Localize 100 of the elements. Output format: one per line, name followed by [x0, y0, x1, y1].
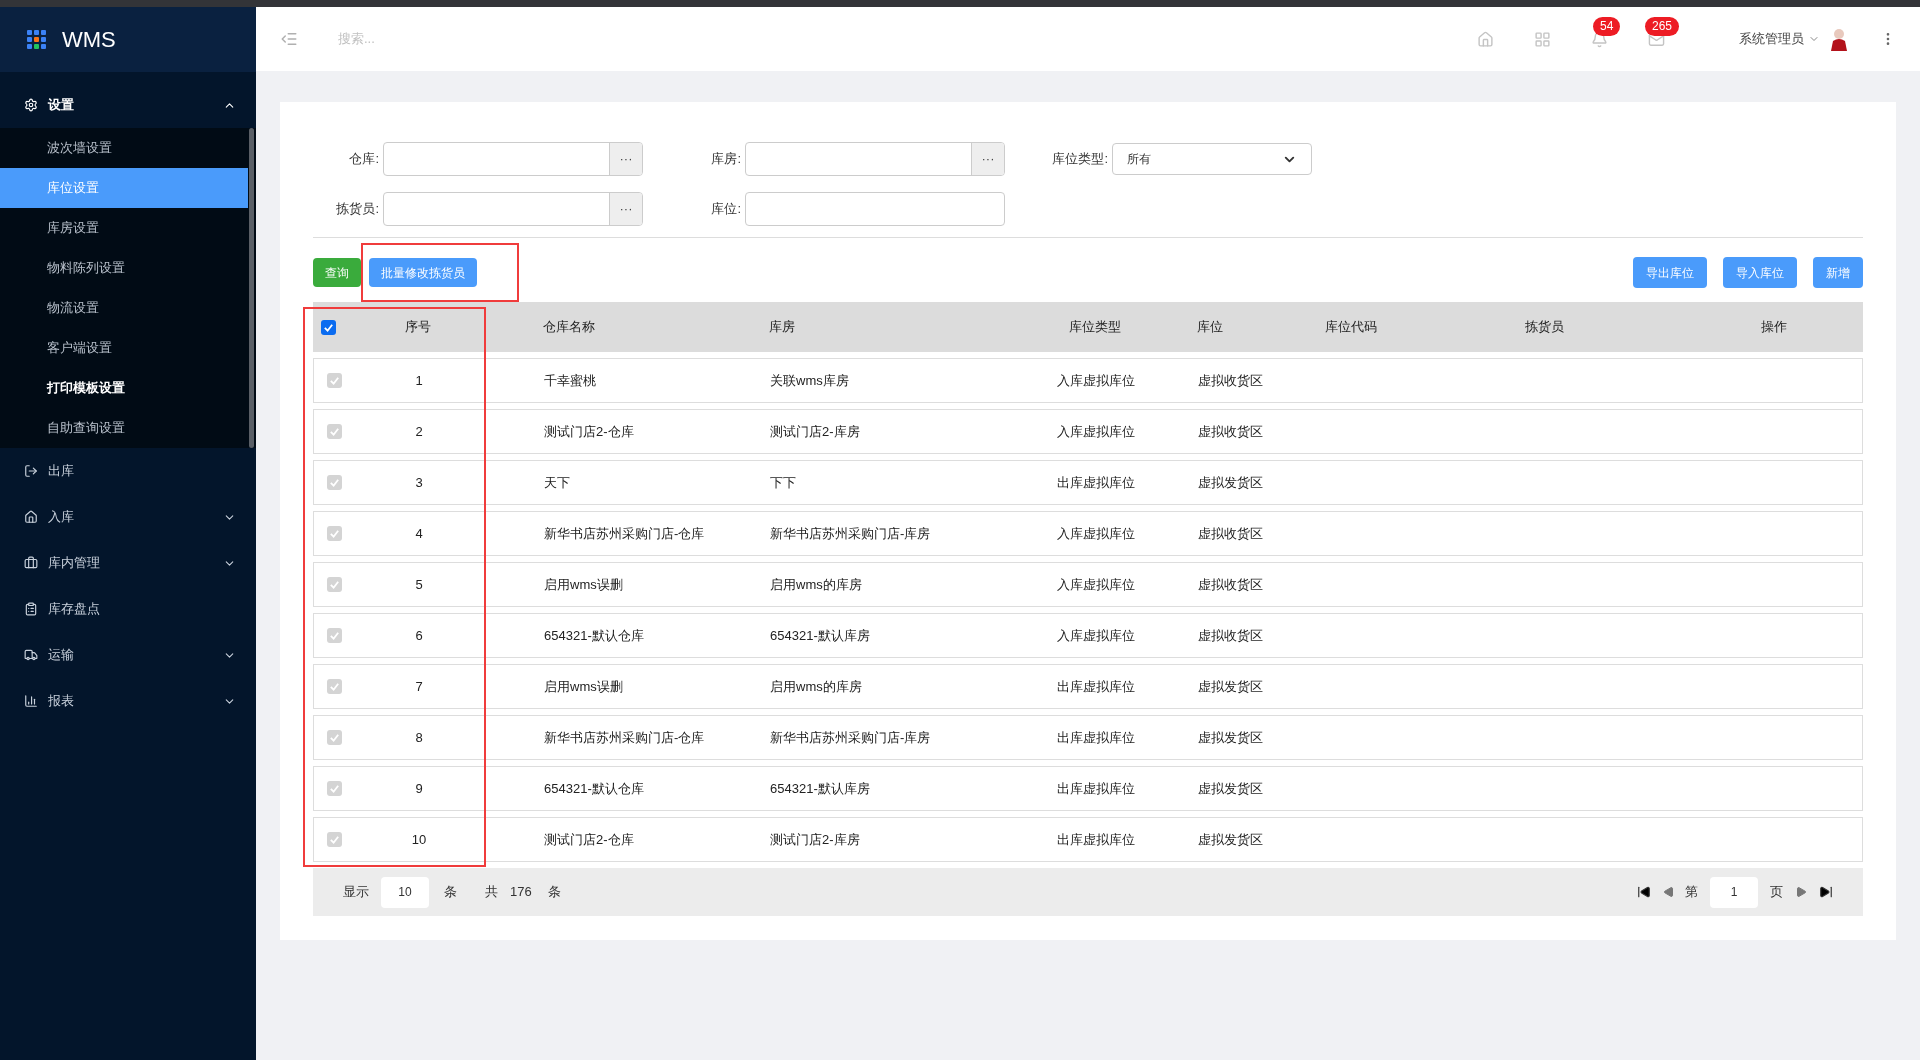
table-cell-text: 虚拟发货区 — [1198, 779, 1263, 798]
avatar-icon[interactable] — [1828, 27, 1850, 51]
next-page-icon[interactable] — [1795, 886, 1807, 898]
table-cell-text: 虚拟收货区 — [1198, 626, 1263, 645]
bar-chart-icon — [24, 694, 38, 708]
table-cell-text: 10 — [411, 830, 427, 849]
table-row[interactable]: 9 654321-默认仓库 654321-默认库房 出库虚拟库位 虚拟发货区 — [313, 766, 1863, 811]
submenu-item[interactable]: 物料陈列设置 — [0, 248, 248, 288]
table-row[interactable]: 7 启用wms误删 启用wms的库房 出库虚拟库位 虚拟发货区 — [313, 664, 1863, 709]
table-cell-text: 虚拟发货区 — [1198, 728, 1263, 747]
table-cell-text: 新华书店苏州采购门店-库房 — [770, 728, 931, 747]
table-row[interactable]: 8 新华书店苏州采购门店-仓库 新华书店苏州采购门店-库房 出库虚拟库位 虚拟发货区 — [313, 715, 1863, 760]
checkbox[interactable] — [327, 577, 342, 592]
checkbox[interactable] — [327, 373, 342, 388]
table-cell-text: 3 — [415, 473, 423, 492]
picker-button[interactable]: ··· — [609, 193, 642, 225]
submenu-item[interactable]: 库房设置 — [0, 208, 248, 248]
menu-item[interactable]: 运输 — [0, 632, 256, 678]
table-cell-text: 654321-默认仓库 — [544, 626, 644, 645]
picker-button[interactable]: ··· — [609, 143, 642, 175]
table-cell-text: 654321-默认库房 — [770, 779, 870, 798]
notification-badge: 54 — [1593, 16, 1621, 36]
table-cell-text: 虚拟发货区 — [1198, 473, 1263, 492]
check-icon — [329, 426, 340, 437]
page-size-field[interactable]: 10 — [381, 876, 429, 908]
table-cell-text: 出库虚拟库位 — [1057, 473, 1135, 492]
submenu-item[interactable]: 客户端设置 — [0, 328, 248, 368]
table-row[interactable]: 5 启用wms误删 启用wms的库房 入库虚拟库位 虚拟收货区 — [313, 562, 1863, 607]
menu-item[interactable]: 入库 — [0, 494, 256, 540]
page-field[interactable]: 1 — [1710, 876, 1758, 908]
table-cell-text: 天下 — [544, 473, 570, 492]
checkbox[interactable] — [321, 319, 336, 335]
column-header: 库位代码 — [1325, 318, 1377, 337]
pagination-label: 第 — [1685, 883, 1698, 902]
total-count: 176 — [510, 883, 532, 902]
table-cell-text: 启用wms的库房 — [770, 575, 862, 594]
checkbox[interactable] — [327, 730, 342, 745]
picker-field[interactable]: ··· — [383, 142, 643, 176]
submenu-item[interactable]: 自助查询设置 — [0, 408, 248, 448]
checkbox[interactable] — [327, 424, 342, 439]
check-icon — [329, 579, 340, 590]
pagination-label: 页 — [1770, 883, 1783, 902]
table-cell-text: 虚拟收货区 — [1198, 371, 1263, 390]
table-cell-text: 入库虚拟库位 — [1057, 524, 1135, 543]
column-header: 库位 — [1197, 318, 1223, 337]
house-icon — [24, 510, 38, 524]
picker-field[interactable]: ··· — [745, 142, 1005, 176]
table-cell-text: 9 — [415, 779, 423, 798]
check-icon — [323, 321, 334, 333]
column-header: 序号 — [405, 318, 431, 337]
table-cell-text: 测试门店2-库房 — [770, 830, 860, 849]
table-cell-text: 启用wms误删 — [544, 677, 623, 696]
picker-button[interactable]: ··· — [971, 143, 1004, 175]
checkbox[interactable] — [327, 781, 342, 796]
truck-icon — [24, 648, 38, 662]
checkbox[interactable] — [327, 679, 342, 694]
table-row[interactable]: 10 测试门店2-仓库 测试门店2-库房 出库虚拟库位 虚拟发货区 — [313, 817, 1863, 862]
briefcase-icon — [24, 556, 38, 570]
table-cell-text: 虚拟发货区 — [1198, 677, 1263, 696]
menu-item[interactable]: 设置 — [0, 82, 256, 128]
table-cell-text: 启用wms的库房 — [770, 677, 862, 696]
menu-item[interactable]: 报表 — [0, 678, 256, 724]
message-badge: 265 — [1645, 16, 1680, 36]
table-row[interactable]: 4 新华书店苏州采购门店-仓库 新华书店苏州采购门店-库房 入库虚拟库位 虚拟收货区 — [313, 511, 1863, 556]
checkbox[interactable] — [327, 526, 342, 541]
table-row[interactable]: 3 天下 下下 出库虚拟库位 虚拟发货区 — [313, 460, 1863, 505]
select-field[interactable]: 所有 — [1112, 143, 1312, 175]
table-cell-text: 关联wms库房 — [770, 371, 849, 390]
scrollbar-thumb[interactable] — [249, 128, 254, 448]
user-name[interactable]: 系统管理员 — [1739, 29, 1804, 49]
check-icon — [329, 783, 340, 794]
last-page-icon[interactable] — [1819, 885, 1833, 899]
previous-page-icon[interactable] — [1663, 886, 1675, 898]
column-header: 拣货员 — [1525, 318, 1564, 337]
table-row[interactable]: 1 千幸蜜桃 关联wms库房 入库虚拟库位 虚拟收货区 — [313, 358, 1863, 403]
menu-item[interactable]: 库内管理 — [0, 540, 256, 586]
submenu-item[interactable]: 物流设置 — [0, 288, 248, 328]
checkbox[interactable] — [327, 832, 342, 847]
menu-item[interactable]: 库存盘点 — [0, 586, 256, 632]
input-field[interactable] — [745, 192, 1005, 226]
grid-icon[interactable] — [1534, 30, 1551, 48]
table-cell-text: 虚拟收货区 — [1198, 422, 1263, 441]
table-cell-text: 7 — [415, 677, 423, 696]
table-cell-text: 1 — [415, 371, 423, 390]
checkbox[interactable] — [327, 628, 342, 643]
picker-field[interactable]: ··· — [383, 192, 643, 226]
checkbox[interactable] — [327, 475, 342, 490]
home-icon[interactable] — [1477, 30, 1494, 48]
submenu-item[interactable]: 波次墙设置 — [0, 128, 248, 168]
table-row[interactable]: 6 654321-默认仓库 654321-默认库房 入库虚拟库位 虚拟收货区 — [313, 613, 1863, 658]
field-label: 拣货员: — [335, 200, 380, 219]
first-page-icon[interactable] — [1637, 885, 1651, 899]
column-header: 仓库名称 — [543, 318, 595, 337]
menu-toggle-icon[interactable] — [280, 30, 298, 48]
menu-item[interactable]: 出库 — [0, 448, 256, 494]
submenu-item[interactable]: 打印模板设置 — [0, 368, 248, 408]
pagination-label: 共 — [485, 883, 498, 902]
table-row[interactable]: 2 测试门店2-仓库 测试门店2-库房 入库虚拟库位 虚拟收货区 — [313, 409, 1863, 454]
pagination-label: 显示 — [343, 883, 369, 902]
search-field[interactable]: 搜索... — [338, 29, 638, 49]
